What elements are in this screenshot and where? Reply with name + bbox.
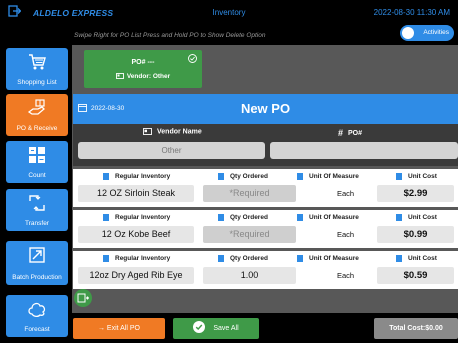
unit-cost: $0.99: [377, 226, 454, 243]
sidebar-item-transfer[interactable]: Transfer: [6, 189, 68, 231]
toggle-label: Activities: [423, 29, 449, 36]
uom-header: Unit Of Measure: [297, 173, 359, 180]
batch-icon: [29, 247, 45, 263]
sidebar-item-label: Batch Production: [12, 274, 62, 281]
item-name: 12 OZ Sirloin Steak: [78, 185, 194, 202]
vendor-name-field[interactable]: Other: [78, 142, 265, 159]
vendor-card-icon: [115, 73, 124, 80]
stack-icon: [396, 173, 402, 180]
unit-cost: $2.99: [377, 185, 454, 202]
sidebar-item-label: Count: [28, 172, 46, 179]
barcode-icon: [218, 173, 224, 180]
list-icon: [103, 255, 109, 262]
barcode-icon: [218, 214, 224, 221]
po-vendor-text: Vendor: Other: [126, 73, 171, 80]
vendor-panel: Vendor Name Other # PO#: [73, 124, 458, 166]
qty-header: Qty Ordered: [218, 214, 268, 221]
qty-header: Qty Ordered: [218, 255, 268, 262]
barcode-icon: [218, 255, 224, 262]
hint-bar: Swipe Right for PO List Press and Hold P…: [0, 25, 458, 45]
sidebar-item-label: Forecast: [24, 326, 50, 333]
list-icon: [103, 173, 109, 180]
cost-header: Unit Cost: [396, 173, 437, 180]
vendor-name-label-text: Vendor Name: [157, 128, 202, 136]
hourglass-icon: [297, 214, 303, 221]
hourglass-icon: [297, 255, 303, 262]
po-header: 2022-08-30 New PO: [73, 94, 458, 124]
datetime: 2022-08-30 11:30 AM: [373, 8, 450, 17]
footer-bar: → Exit All PO Save All Total Cost:$0.00: [72, 313, 458, 343]
sidebar-item-label: Shopping List: [17, 79, 57, 86]
qty-header: Qty Ordered: [218, 173, 268, 180]
inventory-header: Regular Inventory: [103, 173, 170, 180]
qty-input[interactable]: *Required: [203, 226, 296, 243]
add-item-button[interactable]: [74, 289, 92, 307]
item-name: 12oz Dry Aged Rib Eye: [78, 267, 194, 284]
hash-icon: #: [338, 128, 344, 138]
stack-icon: [396, 255, 402, 262]
po-vendor: Vendor: Other: [84, 73, 202, 80]
inventory-row: Regular Inventory Qty Ordered Unit Of Me…: [73, 210, 458, 248]
add-item-icon: [77, 293, 89, 303]
check-circle-icon: [193, 321, 206, 334]
inventory-header: Regular Inventory: [103, 255, 170, 262]
item-name: 12 Oz Kobe Beef: [78, 226, 194, 243]
po-title: New PO: [240, 101, 291, 116]
cart-icon: [29, 54, 46, 70]
po-number-field[interactable]: [270, 142, 458, 159]
uom-header: Unit Of Measure: [297, 255, 359, 262]
po-card[interactable]: PO# --- Vendor: Other: [84, 50, 202, 88]
cost-header: Unit Cost: [396, 214, 437, 221]
save-all-label: Save All: [213, 325, 239, 332]
list-icon: [103, 214, 109, 221]
sidebar-item-count[interactable]: Count: [6, 141, 68, 183]
sidebar: Shopping List PO & Receive Count Transfe…: [0, 45, 72, 343]
po-number: PO# ---: [131, 59, 155, 66]
hourglass-icon: [297, 173, 303, 180]
sidebar-item-shopping-list[interactable]: Shopping List: [6, 48, 68, 90]
toggle-knob: [402, 27, 414, 39]
hint-text: Swipe Right for PO List Press and Hold P…: [74, 32, 266, 39]
save-all-button[interactable]: Save All: [173, 318, 259, 339]
stack-icon: [396, 214, 402, 221]
sidebar-item-forecast[interactable]: Forecast: [6, 295, 68, 337]
sidebar-item-po-receive[interactable]: PO & Receive: [6, 94, 68, 136]
po-number-label: # PO#: [338, 128, 362, 138]
vendor-card-icon: [143, 128, 152, 135]
cloud-icon: [28, 302, 46, 318]
cost-header: Unit Cost: [396, 255, 437, 262]
vendor-name-label: Vendor Name: [143, 128, 202, 135]
exit-all-po-button[interactable]: → Exit All PO: [73, 318, 165, 339]
hand-receive-icon: [27, 99, 45, 115]
po-number-label-text: PO#: [348, 129, 363, 137]
calculator-icon: [29, 147, 45, 163]
main-content: PO# --- Vendor: Other 2022-08-30 New PO: [72, 45, 458, 343]
uom-header: Unit Of Measure: [297, 214, 359, 221]
transfer-icon: [29, 195, 45, 211]
sidebar-item-label: PO & Receive: [16, 125, 58, 132]
sidebar-item-label: Transfer: [25, 220, 49, 227]
app-window: ALDELO EXPRESS Inventory 2022-08-30 11:3…: [0, 0, 458, 343]
inventory-header: Regular Inventory: [103, 214, 170, 221]
inventory-row: Regular Inventory Qty Ordered Unit Of Me…: [73, 251, 458, 289]
sidebar-item-batch-production[interactable]: Batch Production: [6, 241, 68, 285]
qty-input[interactable]: 1.00: [203, 267, 296, 284]
qty-input[interactable]: *Required: [203, 185, 296, 202]
top-bar: ALDELO EXPRESS Inventory 2022-08-30 11:3…: [0, 0, 458, 25]
unit-cost: $0.59: [377, 267, 454, 284]
activities-toggle[interactable]: Activities: [400, 25, 454, 41]
total-cost: Total Cost:$0.00: [374, 318, 458, 339]
inventory-row: Regular Inventory Qty Ordered Unit Of Me…: [73, 169, 458, 207]
